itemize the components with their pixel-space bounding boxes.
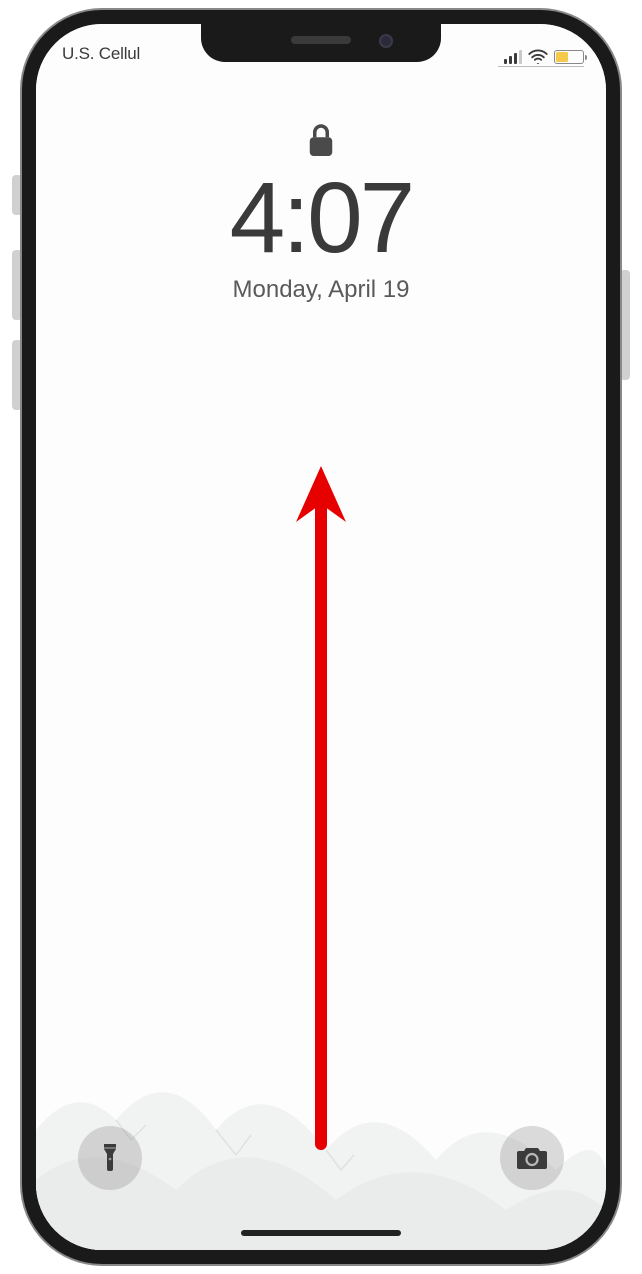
volume-up-button[interactable]: [12, 250, 22, 320]
swipe-up-arrow-annotation: [286, 454, 356, 1154]
speaker-grille: [291, 36, 351, 44]
clock-time: 4:07: [230, 168, 413, 268]
camera-button[interactable]: [500, 1126, 564, 1190]
flashlight-icon: [98, 1142, 122, 1174]
camera-icon: [516, 1145, 548, 1171]
lock-area: 4:07 Monday, April 19: [36, 122, 606, 304]
wifi-icon: [528, 49, 548, 64]
wallpaper-mountains: [36, 970, 606, 1250]
status-right: [504, 49, 584, 64]
lock-screen[interactable]: U.S. Cellul: [36, 24, 606, 1250]
clock-date: Monday, April 19: [233, 276, 410, 304]
power-button[interactable]: [620, 270, 630, 380]
volume-down-button[interactable]: [12, 340, 22, 410]
status-underline: [498, 66, 584, 67]
battery-icon: [554, 50, 584, 64]
signal-icon: [504, 50, 522, 64]
home-indicator[interactable]: [241, 1230, 401, 1236]
notch: [201, 24, 441, 62]
phone-frame: U.S. Cellul: [22, 10, 620, 1264]
battery-fill: [556, 52, 568, 62]
lock-icon: [306, 122, 336, 160]
mute-switch[interactable]: [12, 175, 22, 215]
front-camera: [379, 34, 393, 48]
flashlight-button[interactable]: [78, 1126, 142, 1190]
bottom-actions: [36, 1126, 606, 1190]
carrier-label: U.S. Cellul: [62, 44, 157, 64]
